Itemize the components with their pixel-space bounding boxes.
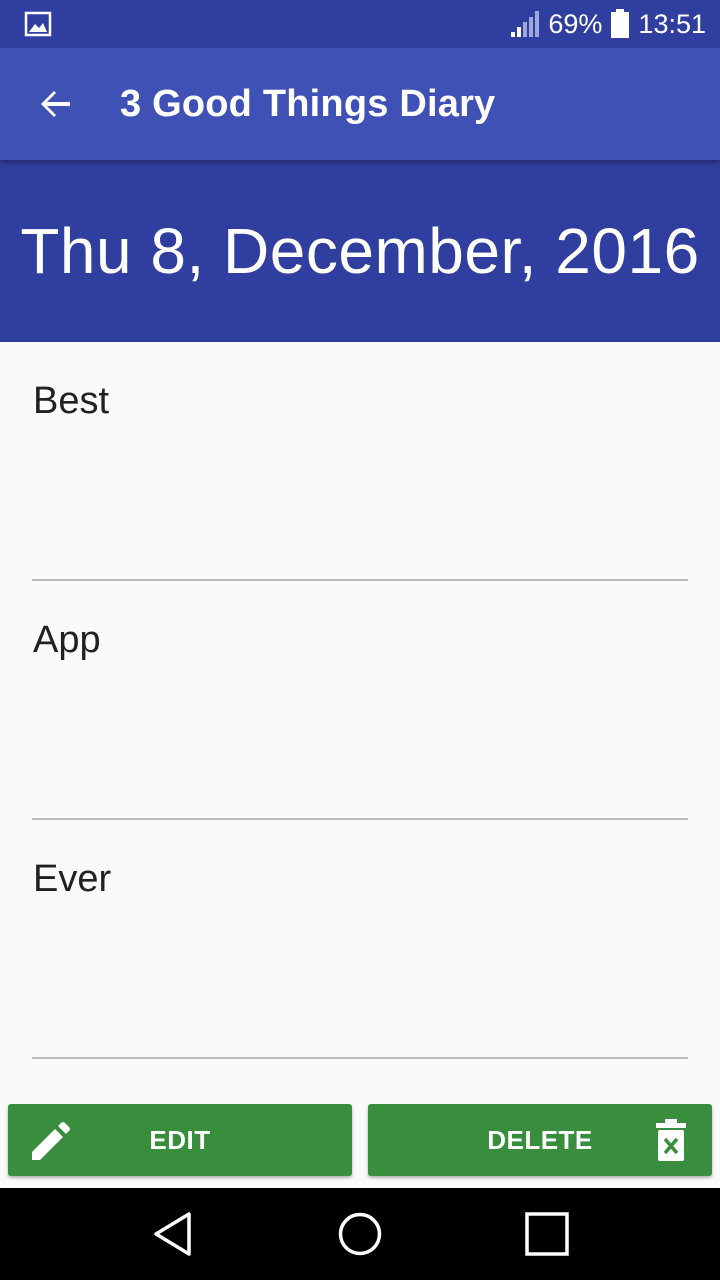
delete-button-label: DELETE — [487, 1124, 593, 1155]
list-item[interactable]: Best — [32, 342, 688, 581]
nav-recents-button[interactable] — [507, 1194, 587, 1274]
list-item[interactable]: App — [32, 581, 688, 820]
list-item[interactable]: Ever — [32, 820, 688, 1059]
back-button[interactable] — [16, 48, 96, 160]
pencil-icon — [32, 1122, 70, 1160]
trash-icon — [656, 1119, 686, 1161]
navigation-bar — [0, 1188, 720, 1280]
signal-icon — [511, 11, 540, 37]
page-title: 3 Good Things Diary — [120, 82, 496, 125]
edit-button-label: EDIT — [149, 1124, 211, 1155]
back-triangle-icon — [154, 1212, 192, 1256]
battery-icon — [611, 9, 630, 38]
entry-text: Best — [33, 380, 110, 422]
nav-home-button[interactable] — [320, 1194, 400, 1274]
edit-button[interactable]: EDIT — [8, 1104, 352, 1176]
gallery-icon — [24, 11, 52, 37]
date-header: Thu 8, December, 2016 — [0, 160, 720, 342]
battery-percent: 69% — [548, 8, 603, 39]
delete-button[interactable]: DELETE — [368, 1104, 712, 1176]
home-circle-icon — [338, 1212, 382, 1256]
entries-list: Best App Ever — [0, 342, 720, 1059]
arrow-back-icon — [41, 91, 70, 117]
app-bar: 3 Good Things Diary — [0, 48, 720, 160]
recents-square-icon — [524, 1212, 569, 1256]
nav-back-button[interactable] — [133, 1194, 213, 1274]
entry-text: Ever — [33, 858, 112, 900]
entry-date: Thu 8, December, 2016 — [20, 215, 700, 287]
status-bar: 69% 13:51 — [0, 0, 720, 48]
entry-text: App — [33, 619, 101, 661]
status-time: 13:51 — [638, 8, 706, 39]
